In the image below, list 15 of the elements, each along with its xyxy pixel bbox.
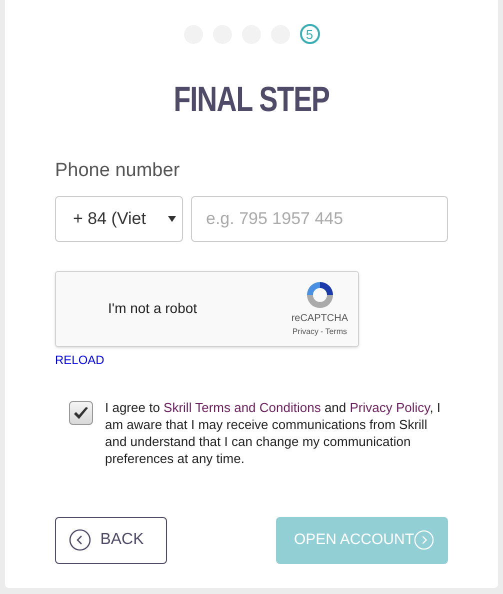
reload-link[interactable]: RELOAD — [55, 350, 104, 368]
field-label: Phone number — [55, 159, 181, 183]
country-select[interactable]: + 84 (Viet — [55, 196, 183, 242]
separator-text: - — [320, 326, 324, 338]
page-title: FINAL STEP — [172, 82, 330, 117]
phone-input[interactable]: e.g. 795 1957 445 — [191, 196, 448, 242]
step-indicator: 5 — [300, 24, 320, 44]
captcha-brand: reCAPTCHA — [291, 312, 348, 326]
back-button[interactable]: BACK — [55, 516, 167, 564]
privacy-link[interactable]: Privacy — [292, 326, 319, 338]
agreement-link[interactable]: Privacy Policy — [350, 400, 430, 414]
captcha-label: I'm not a robot — [108, 299, 198, 318]
agreement-text: I agree to Skrill Terms and Conditions and Privacy Policy, I am aware that I may receive communications from Skrill and understand that I can change my communication preferences at any time. — [105, 398, 442, 466]
agreement-link[interactable]: Skrill Terms and Conditions — [164, 400, 321, 414]
terms-link[interactable]: Terms — [325, 326, 347, 338]
